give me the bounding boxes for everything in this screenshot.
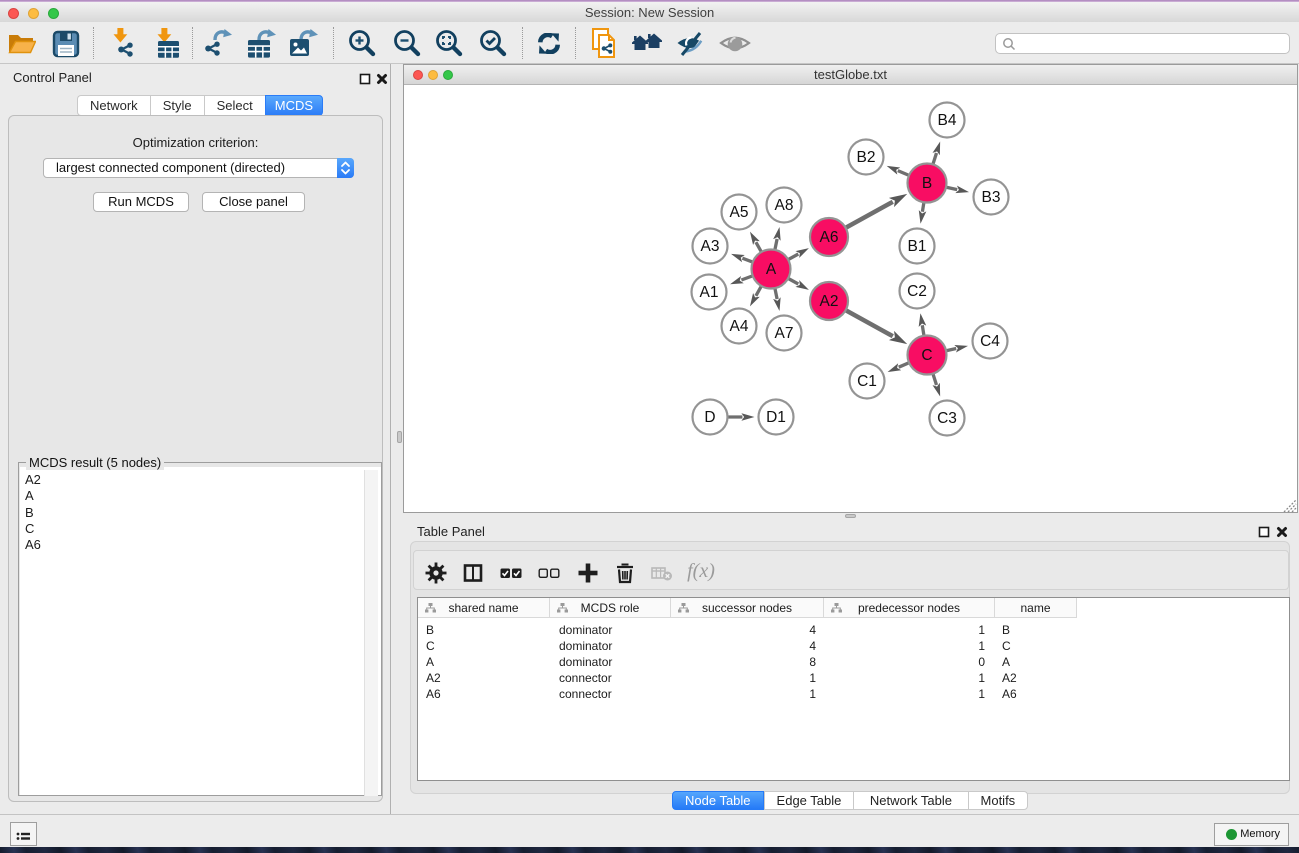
svg-text:D: D bbox=[704, 409, 715, 426]
svg-text:A7: A7 bbox=[775, 325, 794, 342]
svg-text:B4: B4 bbox=[938, 112, 957, 129]
svg-text:A2: A2 bbox=[820, 293, 839, 310]
svg-text:A4: A4 bbox=[730, 318, 749, 335]
svg-text:C4: C4 bbox=[980, 333, 1000, 350]
svg-text:A5: A5 bbox=[730, 204, 749, 221]
svg-text:B1: B1 bbox=[908, 238, 927, 255]
svg-text:C2: C2 bbox=[907, 283, 927, 300]
svg-text:A8: A8 bbox=[775, 197, 794, 214]
svg-text:A1: A1 bbox=[700, 284, 719, 301]
svg-text:C1: C1 bbox=[857, 373, 877, 390]
svg-text:C3: C3 bbox=[937, 410, 957, 427]
svg-text:D1: D1 bbox=[766, 409, 786, 426]
svg-text:A: A bbox=[766, 261, 777, 278]
svg-text:B3: B3 bbox=[982, 189, 1001, 206]
svg-text:C: C bbox=[921, 347, 932, 364]
svg-text:A6: A6 bbox=[820, 229, 839, 246]
svg-text:B2: B2 bbox=[857, 149, 876, 166]
svg-text:B: B bbox=[922, 175, 932, 192]
svg-text:A3: A3 bbox=[701, 238, 720, 255]
